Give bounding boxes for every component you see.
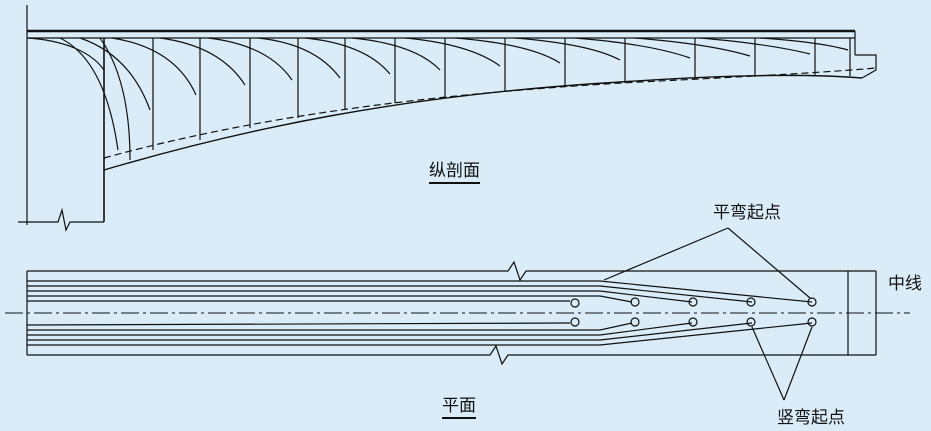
plan-view-title: 平面	[442, 398, 476, 419]
tendon-layout-drawing	[5, 5, 910, 401]
longitudinal-section-title: 纵剖面	[429, 163, 480, 184]
diagram-canvas: 纵剖面 平弯起点 中线 平面 竖弯起点	[0, 0, 931, 431]
vertical-bend-start-label: 竖弯起点	[777, 408, 845, 428]
longitudinal-section-drawing	[18, 5, 877, 232]
horizontal-bend-start-label: 平弯起点	[713, 203, 781, 223]
centerline-label: 中线	[888, 274, 922, 294]
plan-view-drawing	[5, 227, 910, 401]
